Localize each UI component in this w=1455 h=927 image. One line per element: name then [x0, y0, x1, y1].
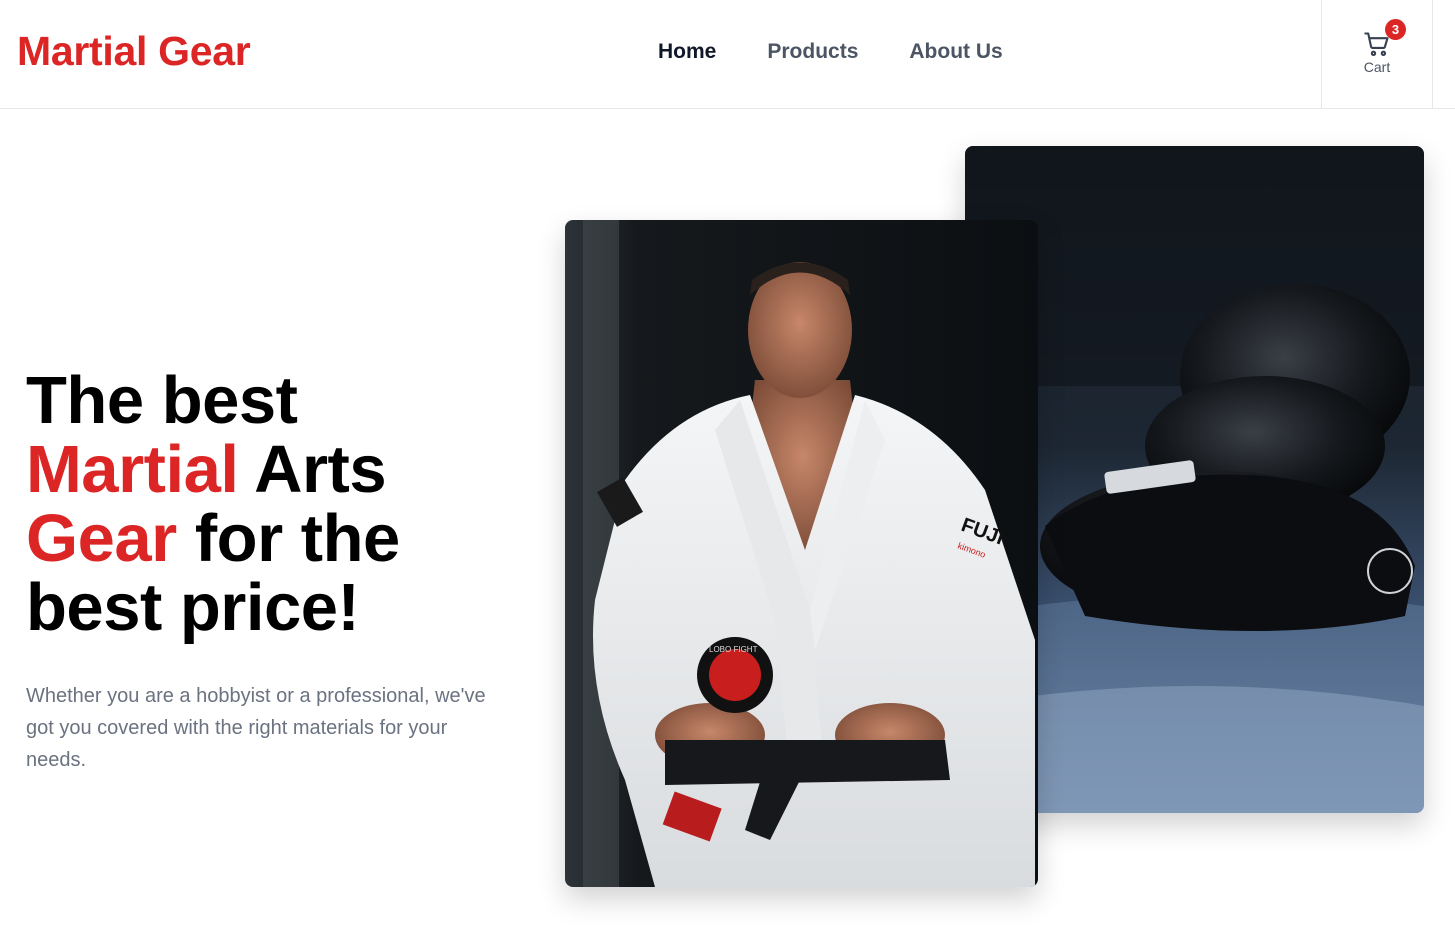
cart-label: Cart: [1363, 59, 1391, 75]
cart-button[interactable]: 3 Cart: [1321, 0, 1433, 108]
hero-title: The best Martial Arts Gear for the best …: [26, 366, 546, 642]
hero-title-line4: best price!: [26, 570, 360, 645]
site-header: Martial Gear Home Products About Us 3 Ca…: [0, 0, 1455, 109]
hero-title-accent-gear: Gear: [26, 501, 177, 576]
nav-about-us[interactable]: About Us: [909, 40, 1002, 64]
main-nav: Home Products About Us: [658, 40, 1054, 64]
lobo-fight-patch-text: LOBO FIGHT: [709, 645, 758, 654]
hero-title-for-the: for the: [176, 501, 400, 576]
nav-home[interactable]: Home: [658, 40, 716, 64]
brand-logo[interactable]: Martial Gear: [17, 28, 251, 75]
nav-products[interactable]: Products: [767, 40, 858, 64]
hero-title-accent-martial: Martial: [26, 432, 239, 507]
hero-title-line1: The best: [26, 363, 298, 438]
fighter-gi-image: FUJI kimono LOBO FIGHT: [565, 220, 1038, 887]
cart-count-badge: 3: [1385, 19, 1406, 40]
hero-title-arts: Arts: [238, 432, 387, 507]
hero-description: Whether you are a hobbyist or a professi…: [26, 685, 486, 771]
